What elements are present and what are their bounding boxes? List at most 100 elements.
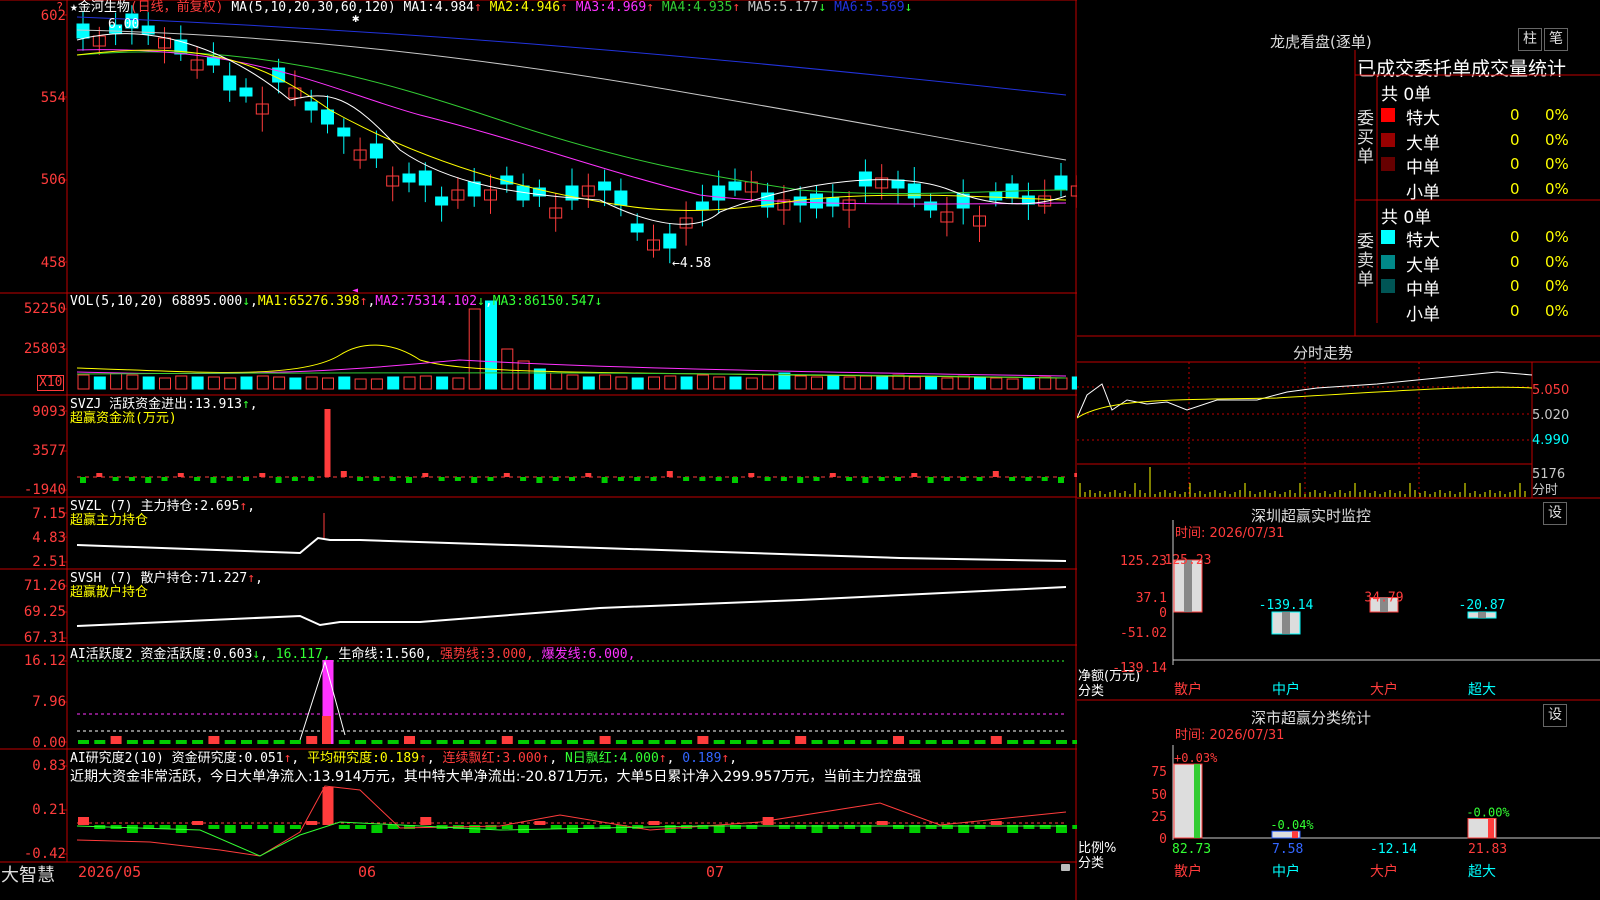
volume-bar xyxy=(811,376,823,390)
volume-bar xyxy=(680,376,693,390)
monitor-axis-label: 0 xyxy=(1159,606,1167,621)
candle-body xyxy=(695,201,709,211)
ai1-value: 6.000 xyxy=(588,647,628,662)
star-icon: ★ xyxy=(70,0,78,15)
ai1-value: 16.117 xyxy=(275,647,323,662)
monitor-axis-label: -139.14 xyxy=(1112,661,1167,676)
monitor-bar-label: -20.87 xyxy=(1459,598,1506,613)
ai2-bar xyxy=(371,825,383,833)
svzl-line xyxy=(76,536,1067,562)
volume-bar xyxy=(1039,376,1052,390)
lock-icon[interactable] xyxy=(1061,864,1070,871)
axis-label: 506 xyxy=(40,172,66,188)
volume-bar xyxy=(273,376,286,390)
ai2-bar xyxy=(534,821,546,825)
ai2-name: 连续飘红: xyxy=(434,751,503,766)
ai2-name: 资金研究度: xyxy=(171,751,245,766)
ai1-name: 爆发线: xyxy=(533,647,589,662)
volume-bar xyxy=(256,375,269,390)
ai1-bar xyxy=(306,736,318,744)
ai1-name: 资金活跃度: xyxy=(140,647,214,662)
axis-label: 2.51 xyxy=(32,554,66,570)
ai2-bar xyxy=(306,821,318,825)
ai1-bar xyxy=(159,740,171,744)
ai1-bar xyxy=(567,740,578,744)
svsh-arrow: ↑ xyxy=(247,571,256,586)
ai1-bar xyxy=(518,740,530,744)
ai1-bar xyxy=(387,740,399,744)
ai1-value: 1.560 xyxy=(385,647,425,662)
volume-bar xyxy=(354,378,367,390)
svzj-bar xyxy=(340,471,347,477)
volume-bar xyxy=(941,377,954,390)
candle-body xyxy=(598,181,612,191)
high-price-label: 6.00 xyxy=(108,17,140,32)
ai1-bar xyxy=(681,740,693,744)
ai1-value: 3.000 xyxy=(486,647,526,662)
ai2-value: 4.000 xyxy=(619,751,659,766)
ma-arrow: ↑ xyxy=(732,0,741,15)
ai2-bar xyxy=(355,825,367,829)
candle-body xyxy=(223,75,237,91)
ai1-bar xyxy=(208,736,220,744)
volume-bar xyxy=(533,368,546,390)
axis-label: 0.21 xyxy=(32,802,66,818)
monitor-axis-label: -51.02 xyxy=(1120,626,1167,641)
candle-body xyxy=(810,193,823,209)
volume-bar xyxy=(419,375,432,390)
volume-bar xyxy=(843,376,856,390)
ai1-bar xyxy=(697,736,709,744)
svzl-header: SVZL (7) 主力持仓:2.695↑, xyxy=(70,499,256,514)
svzj-bar xyxy=(650,477,657,481)
axis-label: -0.42 xyxy=(23,846,66,862)
volume-bar xyxy=(615,376,628,390)
ai1-bar xyxy=(1023,740,1035,744)
svzj-bar xyxy=(699,477,706,481)
vol-header: VOL(5,10,20) 68895.000↓,MA1:65276.398↑,M… xyxy=(70,294,603,309)
svzj-header: SVZJ 活跃资金进出:13.913↑, xyxy=(70,397,258,412)
candle-body xyxy=(239,87,253,97)
volume-bar xyxy=(452,377,465,390)
ma-label: MA(5,10,20,30,60,120) xyxy=(231,0,396,15)
ai2-header: AI研究度2(10) 资金研究度:0.051↑, 平均研究度:0.189↑, 连… xyxy=(70,751,738,766)
volume-bar xyxy=(338,376,351,390)
ai1-bar xyxy=(420,740,432,744)
axis-label: 7.96 xyxy=(32,694,66,710)
ai2-bar xyxy=(990,821,1002,825)
ma-arrow: ↑ xyxy=(560,0,568,15)
axis-label: 9093 xyxy=(32,404,66,420)
axis-label: 67.31 xyxy=(23,630,66,646)
svzj-bar xyxy=(764,477,771,481)
low-price-label: ←4.58 xyxy=(672,256,712,271)
ma-line xyxy=(76,29,1067,161)
svzj-bar xyxy=(895,477,901,481)
volume-bar xyxy=(827,374,840,390)
right-panel-charts[interactable]: 125.2337.10-51.02-139.14125.23散户-139.14中… xyxy=(1077,0,1600,900)
svzj-bar xyxy=(503,473,510,477)
monitor-axis-label: 125.23 xyxy=(1120,554,1167,569)
ai1-bar xyxy=(990,736,1002,744)
classify-bar-shade xyxy=(1488,818,1494,838)
svzl-title: 主力持仓: xyxy=(140,499,201,514)
ma-name: MA3: xyxy=(567,0,608,15)
ai1-bar xyxy=(974,740,986,744)
volume-bar xyxy=(1055,377,1068,390)
volume-bar xyxy=(77,374,90,390)
volume-bar xyxy=(859,375,872,390)
vol-ma-value: 86150.547 xyxy=(524,294,595,309)
monitor-bar-label: -139.14 xyxy=(1259,598,1314,613)
axis-label: 16.12 xyxy=(23,653,66,669)
svzj-label: SVZJ xyxy=(70,397,102,412)
ai1-bar xyxy=(404,736,415,744)
monitor-category-label: 散户 xyxy=(1174,681,1202,698)
volume-bar xyxy=(729,376,742,390)
ai1-bar xyxy=(485,740,497,744)
axis-label: 25803 xyxy=(23,341,66,357)
ai1-bar xyxy=(811,740,823,744)
volume-bar xyxy=(305,376,318,390)
svzj-bar xyxy=(520,477,527,481)
classify-top-label: -0.00% xyxy=(1466,805,1510,819)
svzj-bar xyxy=(161,477,168,481)
candle-body xyxy=(435,196,449,206)
ai1-bar xyxy=(273,740,285,744)
